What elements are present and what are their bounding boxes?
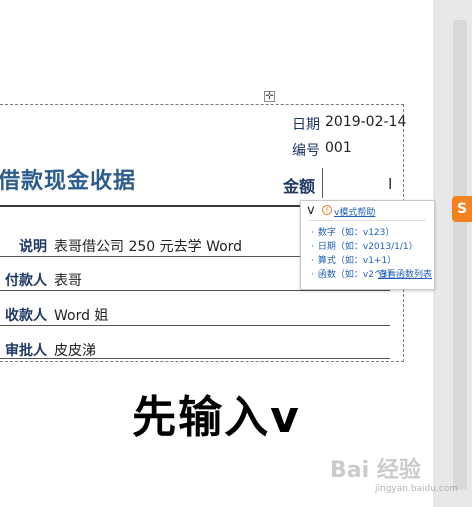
popup-item-label: 数字（如：v123） bbox=[317, 228, 395, 238]
function-list-link[interactable]: 查看函数列表 bbox=[378, 267, 432, 280]
popup-item-date[interactable]: · 日期（如：v2013/1/1） bbox=[311, 239, 418, 252]
text-cursor-icon: I bbox=[388, 175, 393, 193]
watermark: Bai 经验 bbox=[330, 458, 421, 483]
field-label-description: 说明 bbox=[19, 239, 47, 255]
page-title: 借款现金收据 bbox=[0, 169, 137, 194]
field-label-payee: 收款人 bbox=[5, 308, 47, 324]
watermark-subtitle: jingyan.baidu.com bbox=[375, 484, 459, 494]
date-value[interactable]: 2019-02-14 bbox=[325, 114, 406, 130]
amount-label: 金额 bbox=[283, 177, 316, 196]
row-divider bbox=[0, 290, 390, 291]
move-handle-icon[interactable]: ✛ bbox=[264, 91, 275, 102]
v-mode-popup: ! v模式帮助 · 数字（如：v123） · 日期（如：v2013/1/1） · 算式… bbox=[300, 200, 435, 290]
title-underline bbox=[0, 205, 300, 207]
sogou-input-icon[interactable]: S bbox=[452, 196, 472, 222]
caption-overlay: 先输入v bbox=[132, 392, 301, 443]
scrollbar[interactable] bbox=[433, 0, 472, 507]
popup-item-label: 算式（如：v1+1） bbox=[317, 256, 397, 266]
popup-item-label: 日期（如：v2013/1/1） bbox=[317, 242, 418, 252]
number-value[interactable]: 001 bbox=[325, 140, 352, 156]
popup-item-number[interactable]: · 数字（如：v123） bbox=[311, 225, 394, 238]
field-value-payee[interactable]: Word 姐 bbox=[54, 305, 108, 325]
scrollbar-thumb[interactable] bbox=[453, 20, 467, 490]
row-divider bbox=[0, 325, 390, 326]
v-mode-help-link[interactable]: v模式帮助 bbox=[334, 205, 375, 218]
info-icon: ! bbox=[322, 205, 332, 215]
field-label-payer: 付款人 bbox=[5, 273, 47, 289]
field-value-description[interactable]: 表哥借公司 250 元去学 Word bbox=[54, 236, 242, 256]
field-label-approver: 审批人 bbox=[5, 343, 47, 359]
amount-cell-divider bbox=[322, 168, 323, 198]
popup-divider bbox=[309, 220, 426, 221]
row-divider bbox=[0, 358, 390, 359]
popup-item-formula[interactable]: · 算式（如：v1+1） bbox=[311, 253, 396, 266]
field-value-approver[interactable]: 皮皮涕 bbox=[54, 340, 96, 360]
date-label: 日期 bbox=[292, 117, 320, 133]
field-value-payer[interactable]: 表哥 bbox=[54, 270, 82, 290]
amount-input[interactable]: v bbox=[307, 203, 315, 218]
row-divider bbox=[0, 256, 300, 257]
number-label: 编号 bbox=[292, 143, 320, 159]
